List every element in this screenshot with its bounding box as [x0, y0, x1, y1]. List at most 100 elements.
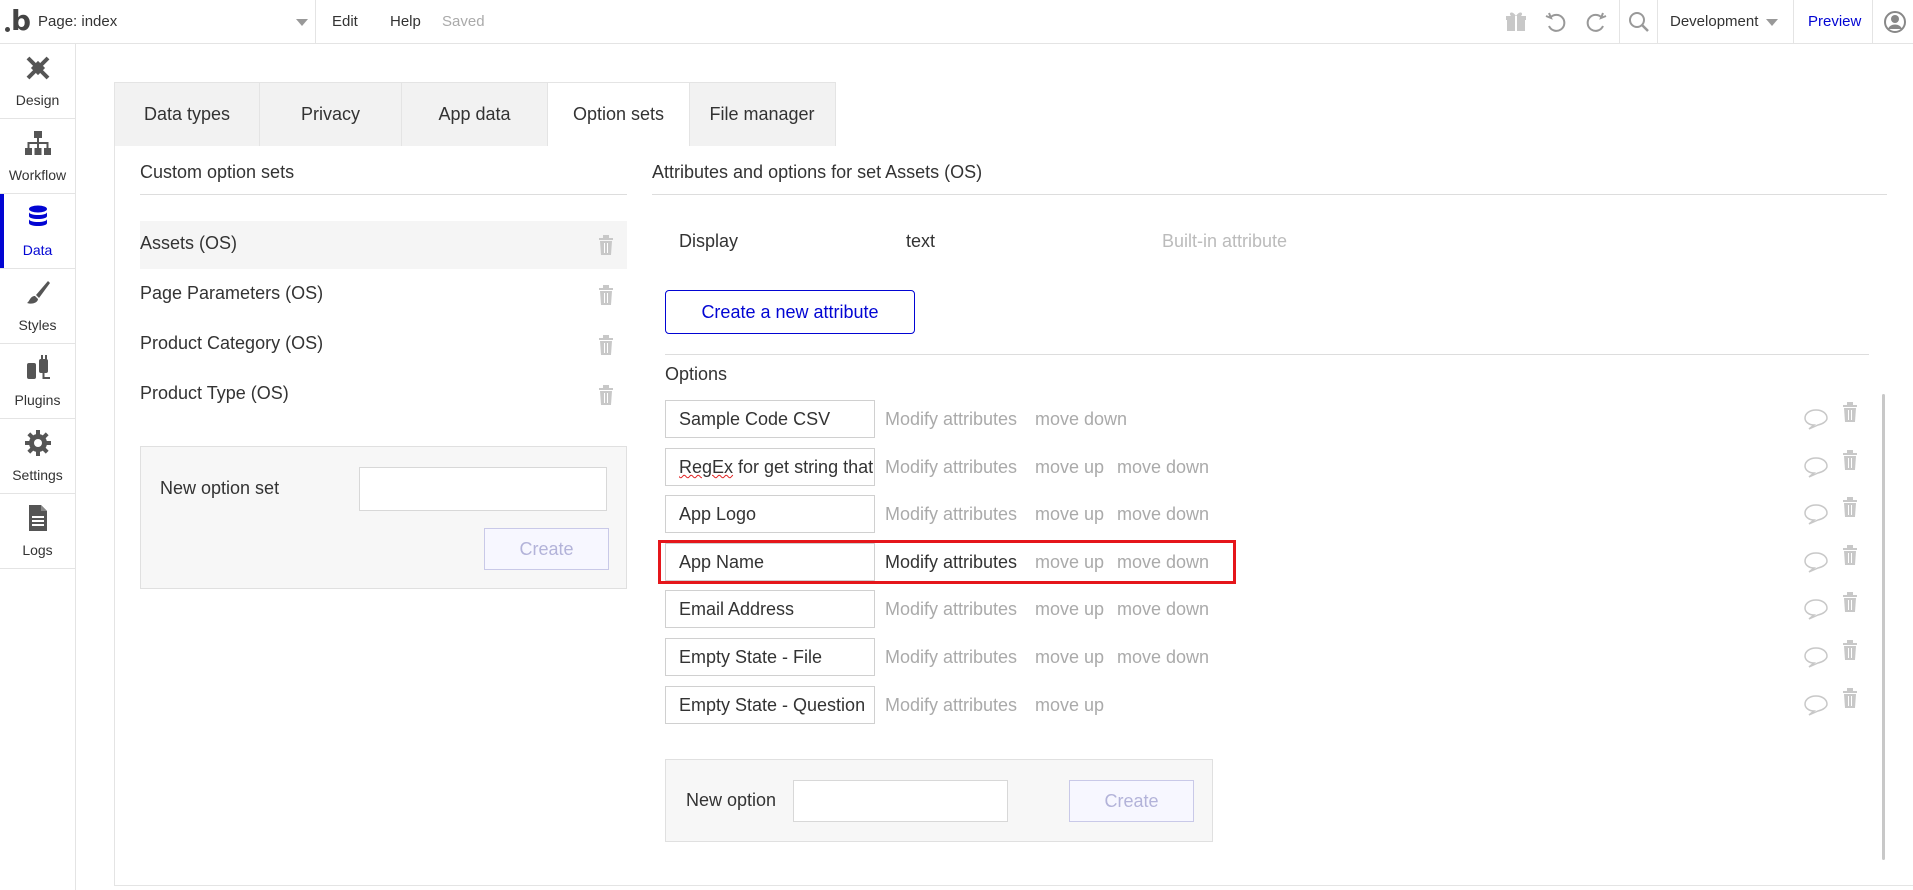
scrollbar[interactable]: [1882, 394, 1885, 860]
comment-icon[interactable]: [1804, 598, 1828, 620]
tab-privacy[interactable]: Privacy: [260, 83, 402, 146]
sidebar-item-design[interactable]: Design: [0, 44, 75, 119]
move-up-link[interactable]: move up: [1035, 686, 1104, 724]
option-set-name: Assets (OS): [140, 233, 238, 253]
search-icon[interactable]: [1626, 9, 1652, 35]
tab-option-sets[interactable]: Option sets: [548, 83, 690, 146]
comment-icon[interactable]: [1804, 503, 1828, 525]
option-name-field[interactable]: Empty State - File: [665, 638, 875, 676]
move-up-link[interactable]: move up: [1035, 638, 1104, 676]
trash-icon[interactable]: [598, 335, 614, 355]
edit-menu[interactable]: Edit: [332, 10, 358, 34]
trash-icon[interactable]: [1842, 545, 1858, 565]
brush-icon: [27, 281, 50, 304]
design-icon: [26, 56, 50, 80]
trash-icon[interactable]: [1842, 592, 1858, 612]
attributes-title: Attributes and options for set Assets (O…: [652, 162, 983, 182]
move-down-link[interactable]: move down: [1117, 448, 1209, 486]
move-up-link[interactable]: move up: [1035, 590, 1104, 628]
environment-selector[interactable]: Development: [1670, 10, 1779, 34]
move-down-link[interactable]: move down: [1035, 400, 1127, 438]
new-option-set-label: New option set: [160, 478, 280, 498]
trash-icon[interactable]: [1842, 497, 1858, 517]
preview-link[interactable]: Preview: [1808, 10, 1861, 34]
divider: [1619, 0, 1620, 43]
gift-icon[interactable]: [1503, 9, 1529, 35]
create-option-set-button[interactable]: Create: [484, 528, 609, 570]
trash-icon[interactable]: [1842, 688, 1858, 708]
sidebar-item-workflow[interactable]: Workflow: [0, 119, 75, 194]
sidebar-item-label: Plugins: [14, 392, 61, 408]
new-option-set-panel: New option set Create: [140, 446, 627, 589]
option-name-field[interactable]: Email Address: [665, 590, 875, 628]
modify-attributes-link[interactable]: Modify attributes: [885, 495, 1017, 533]
tab-app-data[interactable]: App data: [402, 83, 548, 146]
comment-icon[interactable]: [1804, 456, 1828, 478]
comment-icon[interactable]: [1804, 646, 1828, 668]
option-row: Empty State - Question Modify attributes…: [665, 686, 1865, 724]
trash-icon[interactable]: [598, 235, 614, 255]
trash-icon[interactable]: [1842, 640, 1858, 660]
option-set-item[interactable]: Assets (OS): [140, 221, 627, 269]
option-set-item[interactable]: Product Type (OS): [140, 371, 627, 419]
move-up-link[interactable]: move up: [1035, 495, 1104, 533]
plug-icon: [27, 355, 50, 379]
environment-label: Development: [1670, 13, 1759, 30]
move-down-link[interactable]: move down: [1117, 495, 1209, 533]
option-row: RegEx for get string that Modify attribu…: [665, 448, 1865, 486]
divider: [315, 0, 316, 43]
modify-attributes-link[interactable]: Modify attributes: [885, 686, 1017, 724]
option-name-field[interactable]: RegEx for get string that: [665, 448, 875, 486]
trash-icon[interactable]: [1842, 402, 1858, 422]
trash-icon[interactable]: [598, 385, 614, 405]
create-option-button[interactable]: Create: [1069, 780, 1194, 822]
comment-icon[interactable]: [1804, 694, 1828, 716]
new-option-input[interactable]: [793, 780, 1008, 822]
move-up-link[interactable]: move up: [1035, 543, 1104, 581]
sidebar-item-data[interactable]: Data: [0, 194, 75, 269]
move-up-link[interactable]: move up: [1035, 448, 1104, 486]
undo-icon[interactable]: [1543, 9, 1569, 35]
new-option-label: New option: [686, 790, 777, 810]
divider: [652, 194, 1887, 195]
option-name-field[interactable]: App Name: [665, 543, 875, 581]
trash-icon[interactable]: [1842, 450, 1858, 470]
data-tabs: Data types Privacy App data Option sets …: [114, 82, 836, 146]
modify-attributes-link[interactable]: Modify attributes: [885, 448, 1017, 486]
option-row: App Name Modify attributes move up move …: [665, 543, 1865, 581]
option-name-field[interactable]: Sample Code CSV: [665, 400, 875, 438]
modify-attributes-link[interactable]: Modify attributes: [885, 400, 1017, 438]
tab-file-manager[interactable]: File manager: [690, 83, 834, 146]
top-bar: b Page: index Edit Help Saved Developmen…: [0, 0, 1913, 44]
comment-icon[interactable]: [1804, 408, 1828, 430]
tab-data-types[interactable]: Data types: [115, 83, 260, 146]
create-attribute-button[interactable]: Create a new attribute: [665, 290, 915, 334]
modify-attributes-link[interactable]: Modify attributes: [885, 590, 1017, 628]
move-down-link[interactable]: move down: [1117, 638, 1209, 676]
option-name-field[interactable]: Empty State - Question: [665, 686, 875, 724]
sidebar-item-plugins[interactable]: Plugins: [0, 344, 75, 419]
new-option-panel: New option Create: [665, 759, 1213, 842]
bubble-logo-icon[interactable]: b: [4, 6, 32, 36]
help-menu[interactable]: Help: [390, 10, 421, 34]
option-set-name: Page Parameters (OS): [140, 283, 324, 303]
comment-icon[interactable]: [1804, 551, 1828, 573]
sidebar-item-settings[interactable]: Settings: [0, 419, 75, 494]
page-selector[interactable]: Page: index: [38, 10, 308, 34]
option-set-item[interactable]: Page Parameters (OS): [140, 271, 627, 319]
option-name-field[interactable]: App Logo: [665, 495, 875, 533]
sidebar-item-label: Data: [22, 242, 53, 258]
modify-attributes-link[interactable]: Modify attributes: [885, 543, 1017, 581]
user-icon[interactable]: [1882, 9, 1908, 35]
sidebar-item-styles[interactable]: Styles: [0, 269, 75, 344]
move-down-link[interactable]: move down: [1117, 590, 1209, 628]
trash-icon[interactable]: [598, 285, 614, 305]
new-option-set-input[interactable]: [359, 467, 607, 511]
redo-icon[interactable]: [1583, 9, 1609, 35]
sidebar-item-logs[interactable]: Logs: [0, 494, 75, 569]
move-down-link[interactable]: move down: [1117, 543, 1209, 581]
modify-attributes-link[interactable]: Modify attributes: [885, 638, 1017, 676]
option-row: Sample Code CSV Modify attributes move d…: [665, 400, 1865, 438]
option-row: App Logo Modify attributes move up move …: [665, 495, 1865, 533]
option-set-item[interactable]: Product Category (OS): [140, 321, 627, 369]
